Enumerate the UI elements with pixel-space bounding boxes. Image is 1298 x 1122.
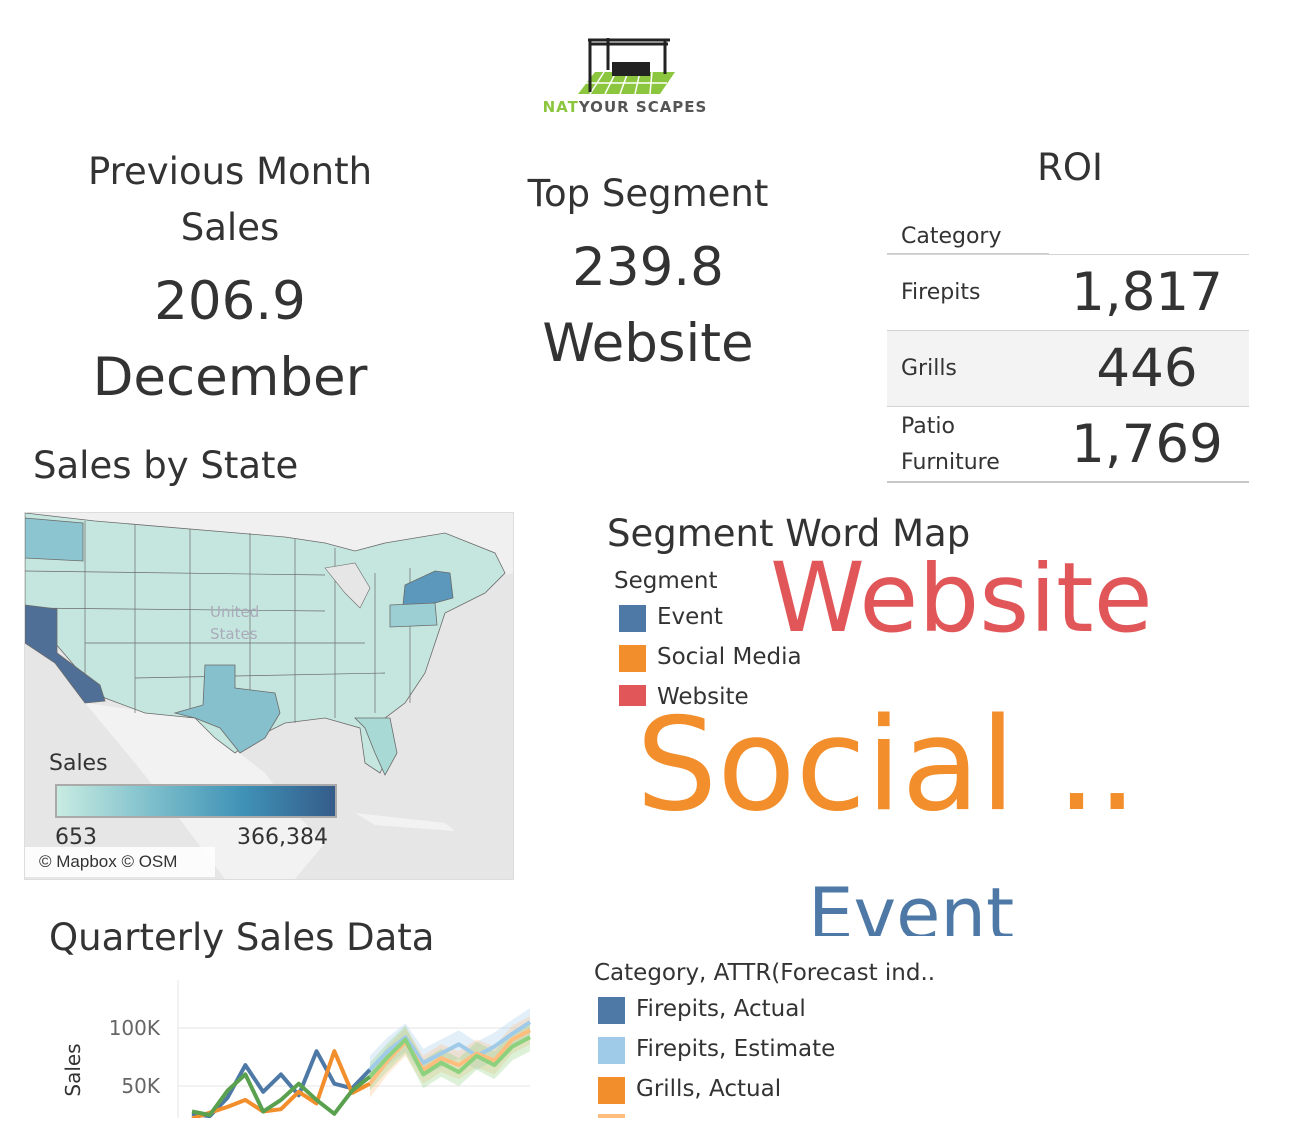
legend-swatch-partial: [598, 1114, 625, 1118]
word-social-media[interactable]: Social ..: [636, 696, 1138, 836]
map-legend-title: Sales: [49, 751, 108, 776]
map-legend-max: 366,384: [237, 825, 328, 850]
top-segment-value: 239.8: [572, 237, 724, 298]
word-website-clip: Website: [770, 560, 1190, 638]
legend-swatch: [598, 1077, 625, 1104]
kpi-title-line1: Previous Month: [87, 150, 373, 193]
roi-value: 1,817: [1071, 262, 1223, 323]
roi-row-grills[interactable]: Grills 446: [887, 330, 1249, 406]
top-segment-name: Website: [542, 313, 754, 374]
word-map-legend-title: Segment: [614, 568, 718, 594]
previous-month-value: 206.9: [154, 271, 306, 332]
logo-wordmark: NATYOUR SCAPES: [540, 98, 710, 116]
roi-table: Category Firepits 1,817 Grills 446 Patio…: [887, 220, 1249, 482]
word-map-title: Segment Word Map: [607, 512, 971, 555]
logo-text-rest: YOUR SCAPES: [578, 98, 708, 116]
quarterly-title: Quarterly Sales Data: [49, 916, 435, 959]
roi-category: Grills: [901, 356, 957, 381]
y-tick-label: 100K: [109, 1016, 161, 1040]
quarterly-legend-title: Category, ATTR(Forecast ind..: [594, 960, 936, 986]
previous-month-kpi: Previous Month Sales 206.9 December: [60, 144, 400, 416]
sales-by-state-map[interactable]: United States Sales 653 366,384 © Mapbox…: [24, 512, 514, 880]
y-tick-label: 50K: [121, 1074, 160, 1098]
roi-value: 1,769: [1071, 414, 1223, 475]
word-website[interactable]: Website: [770, 560, 1153, 638]
legend-label: Event: [657, 604, 723, 630]
roi-value: 446: [1096, 338, 1198, 399]
legend-swatch: [598, 997, 625, 1024]
sales-by-state-title: Sales by State: [33, 444, 299, 487]
map-attribution[interactable]: © Mapbox © OSM: [25, 847, 215, 877]
roi-category: Firepits: [901, 280, 981, 305]
word-event[interactable]: Event: [808, 872, 1014, 936]
word-event-clip: Event: [808, 872, 1068, 936]
kpi-title-line2: Sales: [180, 206, 280, 249]
roi-category-line2: Furniture: [901, 450, 1000, 475]
previous-month-name: December: [92, 347, 368, 408]
quarterly-line-chart[interactable]: Sales 100K 50K: [40, 980, 540, 1121]
roi-table-header: Category: [887, 220, 1249, 254]
map-color-scale: [55, 784, 337, 818]
top-segment-kpi: Top Segment 239.8 Website: [478, 166, 818, 382]
roi-column-header: Category: [901, 224, 1002, 249]
legend-label: Social Media: [657, 644, 802, 670]
legend-label: Grills, Actual: [636, 1076, 782, 1102]
roi-row-firepits[interactable]: Firepits 1,817: [887, 254, 1249, 330]
roi-title: ROI: [1037, 146, 1103, 189]
roi-row-patio-furniture[interactable]: Patio Furniture 1,769: [887, 406, 1249, 482]
quarterly-chart[interactable]: Sales 100K 50K: [40, 980, 540, 1121]
legend-label: Firepits, Actual: [636, 996, 806, 1022]
legend-label: Firepits, Estimate: [636, 1036, 836, 1062]
legend-swatch: [619, 605, 646, 632]
legend-swatch: [619, 645, 646, 672]
roi-table-bottom-rule: [887, 481, 1249, 483]
y-axis-label: Sales: [61, 1043, 85, 1096]
logo-text-nat: NAT: [542, 98, 579, 116]
top-segment-title: Top Segment: [527, 172, 769, 215]
map-country-label: United States: [210, 603, 260, 643]
roi-category: Patio: [901, 414, 955, 439]
legend-swatch: [598, 1037, 625, 1064]
